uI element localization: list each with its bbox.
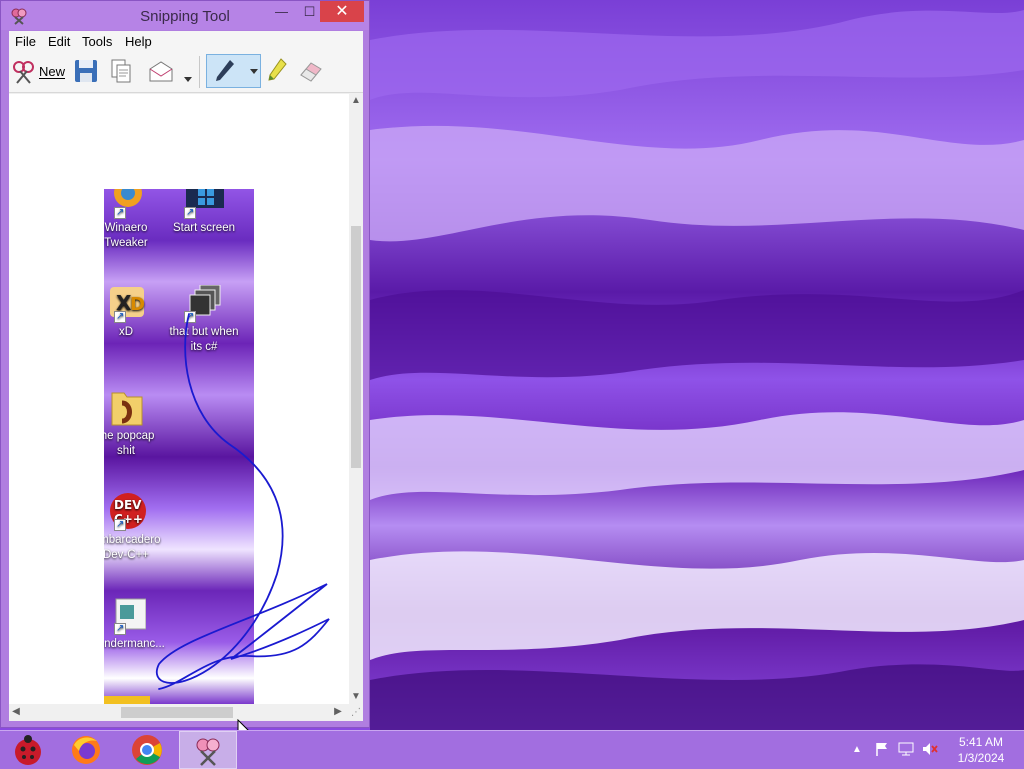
vertical-scrollbar[interactable]: ▲ ▼ xyxy=(349,94,363,704)
close-button[interactable]: ✕ xyxy=(320,1,364,22)
scroll-left-arrow[interactable]: ◀ xyxy=(9,705,23,719)
taskbar-clock[interactable]: 5:41 AM 1/3/2024 xyxy=(946,734,1016,766)
toolbar: New xyxy=(9,52,363,93)
window-client-area: File Edit Tools Help New ↗ Winaero Tweak… xyxy=(9,31,363,721)
copy-icon[interactable] xyxy=(109,57,133,85)
clock-time: 5:41 AM xyxy=(958,735,1004,749)
chrome-icon xyxy=(132,735,162,765)
new-label: New xyxy=(39,64,66,79)
taskbar-app-snipping-tool[interactable] xyxy=(179,731,237,769)
email-icon[interactable] xyxy=(147,57,175,85)
firefox-icon xyxy=(72,736,100,764)
pen-ink-annotation xyxy=(156,313,330,690)
clock-date: 1/3/2024 xyxy=(957,751,1005,765)
snip-canvas[interactable]: Winaero Tweaker Start screen XD xyxy=(9,94,349,704)
taskbar-app-ladybug[interactable] xyxy=(0,731,58,769)
menu-bar: File Edit Tools Help xyxy=(9,31,363,52)
toolbar-separator xyxy=(199,56,200,88)
snipping-tool-icon xyxy=(196,738,220,766)
minimize-button[interactable]: — xyxy=(267,1,296,22)
pen-tool-button[interactable] xyxy=(206,54,261,88)
show-hidden-icons-icon[interactable]: ▲ xyxy=(852,744,862,755)
taskbar-app-chrome[interactable] xyxy=(118,731,176,769)
menu-tools[interactable]: Tools xyxy=(82,34,112,49)
scroll-down-arrow[interactable]: ▼ xyxy=(349,690,363,704)
menu-help[interactable]: Help xyxy=(125,34,152,49)
network-icon[interactable] xyxy=(898,741,914,757)
menu-file[interactable]: File xyxy=(15,34,36,49)
eraser-icon[interactable] xyxy=(297,57,325,85)
resize-grip[interactable]: ⋰ xyxy=(349,704,363,721)
send-dropdown-icon[interactable] xyxy=(183,66,193,94)
snipping-tool-window: Snipping Tool — ☐ ✕ File Edit Tools Help… xyxy=(0,0,370,728)
new-snip-button[interactable]: New xyxy=(11,57,67,85)
ladybug-icon xyxy=(15,735,41,765)
scroll-right-arrow[interactable]: ▶ xyxy=(331,705,345,719)
title-bar[interactable]: Snipping Tool — ☐ ✕ xyxy=(1,1,369,30)
scroll-up-arrow[interactable]: ▲ xyxy=(349,94,363,108)
highlighter-icon[interactable] xyxy=(265,57,289,85)
vertical-scroll-thumb[interactable] xyxy=(351,226,361,468)
pen-icon xyxy=(216,60,234,81)
menu-edit[interactable]: Edit xyxy=(48,34,70,49)
volume-muted-icon[interactable] xyxy=(921,741,939,757)
horizontal-scroll-thumb[interactable] xyxy=(121,707,233,718)
taskbar-app-firefox[interactable] xyxy=(58,731,116,769)
horizontal-scrollbar[interactable]: ◀ ▶ xyxy=(9,704,349,721)
action-center-flag-icon[interactable] xyxy=(874,741,890,757)
taskbar: ▲ 5:41 AM 1/3/2024 xyxy=(0,730,1024,769)
scissors-icon xyxy=(13,61,34,84)
pen-dropdown-icon[interactable] xyxy=(249,68,259,76)
save-icon[interactable] xyxy=(73,57,99,85)
